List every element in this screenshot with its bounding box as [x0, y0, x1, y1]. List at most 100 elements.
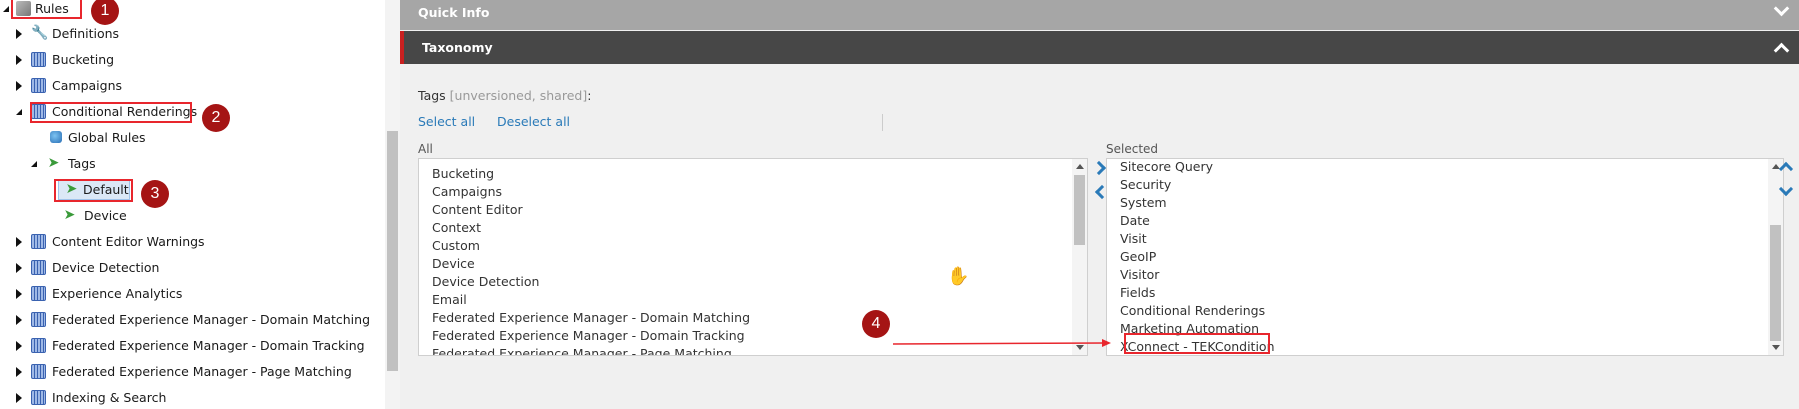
annotation-badge-3: 3 [141, 180, 169, 208]
all-list-scrollbar[interactable] [1072, 159, 1087, 355]
rule-folder-icon [31, 234, 46, 249]
tree-scrollbar[interactable] [385, 0, 400, 409]
rule-folder-icon [31, 338, 46, 353]
link-divider [882, 114, 883, 131]
expand-arrow-icon[interactable] [16, 289, 22, 299]
expand-arrow-icon[interactable] [16, 29, 22, 39]
tree-label-indexing-search: Indexing & Search [52, 390, 167, 405]
selected-list-item[interactable]: Security [1120, 176, 1171, 194]
rule-folder-icon [31, 78, 46, 93]
selected-list-item[interactable]: GeoIP [1120, 248, 1156, 266]
tree-label-definitions: Definitions [52, 26, 120, 41]
wrench-icon: 🔧 [31, 25, 49, 41]
selected-list-item[interactable]: Visit [1120, 230, 1147, 248]
content-editor: Quick Info Taxonomy Tags [unversioned, s… [400, 0, 1799, 409]
all-list-item[interactable]: Device Detection [432, 273, 539, 291]
tree-node-definitions[interactable]: 🔧 Definitions [0, 23, 380, 45]
tree-label-fxm-page-matching: Federated Experience Manager - Page Matc… [52, 364, 352, 379]
collapse-arrow-icon[interactable] [16, 109, 22, 115]
tags-field-label: Tags [unversioned, shared]: [418, 88, 591, 103]
tree-node-bucketing[interactable]: Bucketing [0, 49, 380, 71]
scroll-up-arrow-icon[interactable] [1076, 164, 1084, 169]
expand-arrow-icon[interactable] [16, 315, 22, 325]
tree-node-experience-analytics[interactable]: Experience Analytics [0, 283, 380, 305]
selected-tags-listbox[interactable]: Sitecore Query Security System Date Visi… [1106, 158, 1784, 356]
all-list-caption: All [418, 142, 433, 156]
all-list-item[interactable]: Email [432, 291, 467, 309]
all-list-item[interactable]: Federated Experience Manager - Domain Tr… [432, 327, 745, 345]
expand-arrow-icon[interactable] [16, 341, 22, 351]
rule-folder-icon [31, 390, 46, 405]
selected-list-item[interactable]: Date [1120, 212, 1150, 230]
all-list-item[interactable]: Custom [432, 237, 480, 255]
tree-node-global-rules[interactable]: Global Rules [0, 127, 380, 149]
all-list-item[interactable]: Campaigns [432, 183, 502, 201]
tree-node-indexing-search[interactable]: Indexing & Search [0, 387, 380, 409]
scroll-down-arrow-icon[interactable] [1076, 345, 1084, 350]
add-to-selected-button[interactable] [1091, 160, 1107, 176]
tree-node-fxm-domain-matching[interactable]: Federated Experience Manager - Domain Ma… [0, 309, 380, 331]
hand-cursor-icon: ✋ [947, 266, 970, 287]
rule-folder-icon [31, 260, 46, 275]
selected-list-item[interactable]: Sitecore Query [1120, 159, 1213, 176]
all-list-scrollbar-thumb[interactable] [1074, 175, 1085, 245]
rule-folder-icon [31, 286, 46, 301]
taxonomy-title: Taxonomy [422, 40, 493, 55]
deselect-all-link[interactable]: Deselect all [497, 114, 570, 129]
annotation-box-4 [1124, 333, 1270, 354]
expand-arrow-icon[interactable] [16, 237, 22, 247]
annotation-box-3 [54, 179, 133, 202]
all-list-item[interactable]: Federated Experience Manager - Page Matc… [432, 345, 732, 355]
quick-info-title: Quick Info [418, 5, 490, 20]
select-all-link[interactable]: Select all [418, 114, 475, 129]
tree-node-fxm-domain-tracking[interactable]: Federated Experience Manager - Domain Tr… [0, 335, 380, 357]
expand-arrow-icon[interactable] [16, 81, 22, 91]
all-list-item[interactable]: Bucketing [432, 165, 494, 183]
collapse-arrow-icon[interactable] [3, 6, 9, 12]
taxonomy-section-header[interactable]: Taxonomy [400, 31, 1799, 64]
tags-field-meta: [unversioned, shared] [449, 88, 588, 103]
selected-list-caption: Selected [1106, 142, 1159, 156]
expand-arrow-icon[interactable] [16, 263, 22, 273]
tree-node-device-detection[interactable]: Device Detection [0, 257, 380, 279]
quick-info-section-header[interactable]: Quick Info [400, 0, 1799, 30]
tree-label-device: Device [84, 208, 127, 223]
global-rules-icon [50, 131, 62, 143]
selected-list-item[interactable]: Conditional Renderings [1120, 302, 1265, 320]
all-list-item[interactable]: Context [432, 219, 481, 237]
chevron-down-icon[interactable] [1773, 0, 1790, 17]
annotation-badge-1: 1 [91, 0, 119, 25]
selected-list-scrollbar-thumb[interactable] [1770, 225, 1781, 341]
tree-node-tags[interactable]: ➤ Tags [0, 153, 380, 175]
annotation-box-2 [30, 102, 192, 123]
tree-node-campaigns[interactable]: Campaigns [0, 75, 380, 97]
tree-node-content-editor-warnings[interactable]: Content Editor Warnings [0, 231, 380, 253]
selected-list-item[interactable]: Visitor [1120, 266, 1159, 284]
collapse-arrow-icon[interactable] [31, 161, 37, 167]
all-tags-listbox[interactable]: Bucketing Campaigns Content Editor Conte… [418, 158, 1088, 356]
all-list-item[interactable]: Federated Experience Manager - Domain Ma… [432, 309, 750, 327]
chevron-up-icon[interactable] [1773, 42, 1790, 59]
rule-folder-icon [31, 364, 46, 379]
annotation-badge-4: 4 [862, 310, 890, 338]
scroll-down-arrow-icon[interactable] [1772, 345, 1780, 350]
tree-label-fxm-domain-tracking: Federated Experience Manager - Domain Tr… [52, 338, 365, 353]
tag-icon: ➤ [63, 207, 76, 223]
expand-arrow-icon[interactable] [16, 55, 22, 65]
tree-label-global-rules: Global Rules [68, 130, 146, 145]
selected-list-item[interactable]: System [1120, 194, 1167, 212]
all-list-item[interactable]: Content Editor [432, 201, 523, 219]
rule-folder-icon [31, 312, 46, 327]
expand-arrow-icon[interactable] [16, 367, 22, 377]
expand-arrow-icon[interactable] [16, 393, 22, 403]
tree-node-device[interactable]: ➤ Device [0, 205, 380, 227]
tree-label-experience-analytics: Experience Analytics [52, 286, 183, 301]
all-list-item[interactable]: Device [432, 255, 475, 273]
tags-label-text: Tags [418, 88, 446, 103]
selected-list-item[interactable]: Fields [1120, 284, 1155, 302]
tree-label-bucketing: Bucketing [52, 52, 115, 67]
tree-scrollbar-thumb[interactable] [387, 131, 398, 371]
tree-label-device-detection: Device Detection [52, 260, 160, 275]
tree-label-fxm-domain-matching: Federated Experience Manager - Domain Ma… [52, 312, 370, 327]
tree-node-fxm-page-matching[interactable]: Federated Experience Manager - Page Matc… [0, 361, 380, 383]
